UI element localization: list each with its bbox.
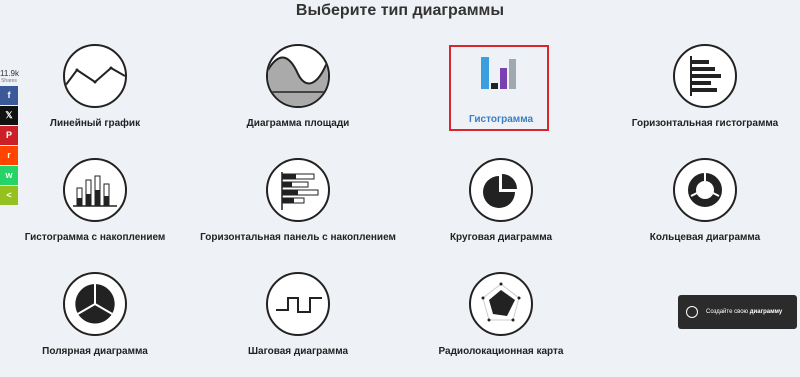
chart-option-donut[interactable]: Кольцевая диаграмма [605, 158, 800, 243]
line-chart-icon [63, 44, 127, 108]
stacked-bar-chart-icon [63, 158, 127, 222]
chart-option-stacked-horizontal-bar[interactable]: Горизонтальная панель с накоплением [198, 158, 398, 243]
chart-option-label: Полярная диаграмма [42, 346, 148, 357]
stacked-horizontal-bar-icon [266, 158, 330, 222]
chart-option-area[interactable]: Диаграмма площади [198, 44, 398, 129]
chart-option-label: Гистограмма с накоплением [24, 232, 166, 243]
create-chart-label: Создайте свою диаграмму [706, 309, 783, 315]
share-count-label: Shares [1, 78, 17, 84]
chart-option-radar[interactable]: Радиолокационная карта [401, 272, 601, 357]
create-chart-button[interactable]: Создайте свою диаграмму [678, 295, 797, 329]
chart-option-label: Круговая диаграмма [449, 232, 553, 243]
chart-option-polar[interactable]: Полярная диаграмма [0, 272, 195, 357]
pie-chart-icon [469, 158, 533, 222]
chart-option-label: Линейный график [49, 118, 141, 129]
chart-option-horizontal-bar[interactable]: Горизонтальная гистограмма [605, 44, 800, 129]
chart-icon [686, 306, 698, 318]
donut-chart-icon [673, 158, 737, 222]
selection-highlight [449, 45, 549, 131]
chart-option-step[interactable]: Шаговая диаграмма [198, 272, 398, 357]
horizontal-bar-chart-icon [673, 44, 737, 108]
chart-option-label: Шаговая диаграмма [247, 346, 349, 357]
share-icon[interactable]: < [0, 186, 18, 205]
radar-chart-icon [469, 272, 533, 336]
whatsapp-icon[interactable]: w [0, 166, 18, 185]
reddit-icon[interactable]: r [0, 146, 18, 165]
share-sidebar: 11.9k Shares f 𝕏 P r w < [0, 69, 19, 206]
area-chart-icon [266, 44, 330, 108]
chart-option-line[interactable]: Линейный график [0, 44, 195, 129]
share-count: 11.9k [0, 69, 19, 78]
polar-chart-icon [63, 272, 127, 336]
chart-option-label: Радиолокационная карта [438, 346, 564, 357]
chart-option-pie[interactable]: Круговая диаграмма [401, 158, 601, 243]
facebook-icon[interactable]: f [0, 86, 18, 105]
chart-option-label: Горизонтальная гистограмма [631, 118, 779, 129]
chart-option-label: Кольцевая диаграмма [649, 232, 761, 243]
chart-option-label: Горизонтальная панель с накоплением [200, 232, 396, 243]
chart-option-label: Диаграмма площади [246, 118, 350, 129]
step-chart-icon [266, 272, 330, 336]
chart-option-stacked-bar[interactable]: Гистограмма с накоплением [0, 158, 195, 243]
pinterest-icon[interactable]: P [0, 126, 18, 145]
x-twitter-icon[interactable]: 𝕏 [0, 106, 18, 125]
